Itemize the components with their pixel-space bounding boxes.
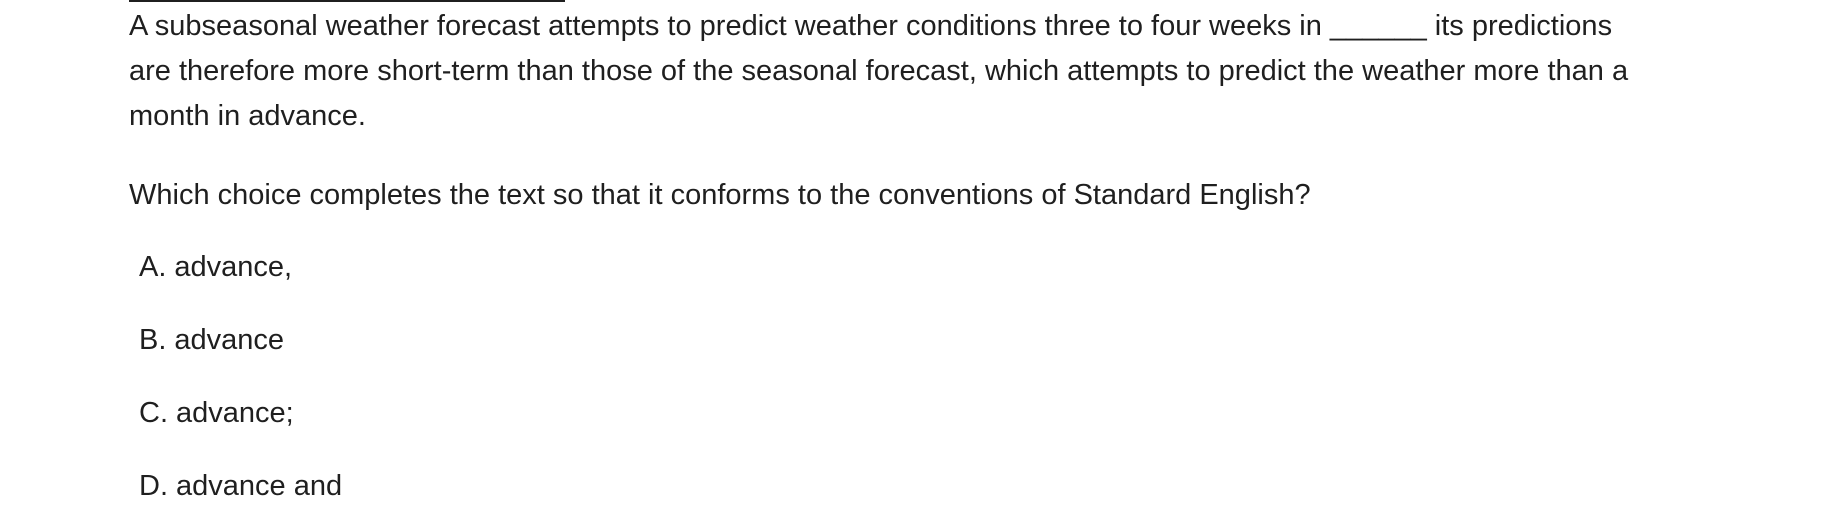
answer-choice-c[interactable]: C. advance; bbox=[129, 377, 1729, 450]
choice-letter: D bbox=[139, 470, 160, 502]
choice-text: advance and bbox=[176, 470, 343, 502]
passage-divider bbox=[129, 0, 565, 2]
choice-letter: C bbox=[139, 397, 160, 429]
passage-text: A subseasonal weather forecast attempts … bbox=[129, 10, 1629, 132]
choice-separator: . bbox=[158, 324, 167, 356]
choice-text: advance; bbox=[176, 397, 294, 429]
choice-letter: A bbox=[139, 251, 159, 283]
choice-separator: . bbox=[159, 470, 169, 502]
answer-choice-a[interactable]: A. advance, bbox=[129, 231, 1729, 304]
answer-choices: A. advance, B. advance C. advance; D. advanc… bbox=[129, 231, 1729, 523]
choice-separator: . bbox=[159, 397, 169, 429]
choice-text: advance bbox=[174, 324, 285, 356]
choice-letter: B bbox=[139, 324, 159, 356]
question-prompt: Which choice completes the text so that … bbox=[129, 179, 1311, 211]
question-panel: A subseasonal weather forecast attempts … bbox=[129, 0, 1729, 523]
answer-choice-d[interactable]: D. advance and bbox=[129, 450, 1729, 523]
answer-choice-b[interactable]: B. advance bbox=[129, 304, 1729, 377]
choice-text: advance, bbox=[174, 251, 293, 283]
choice-separator: . bbox=[158, 251, 167, 283]
